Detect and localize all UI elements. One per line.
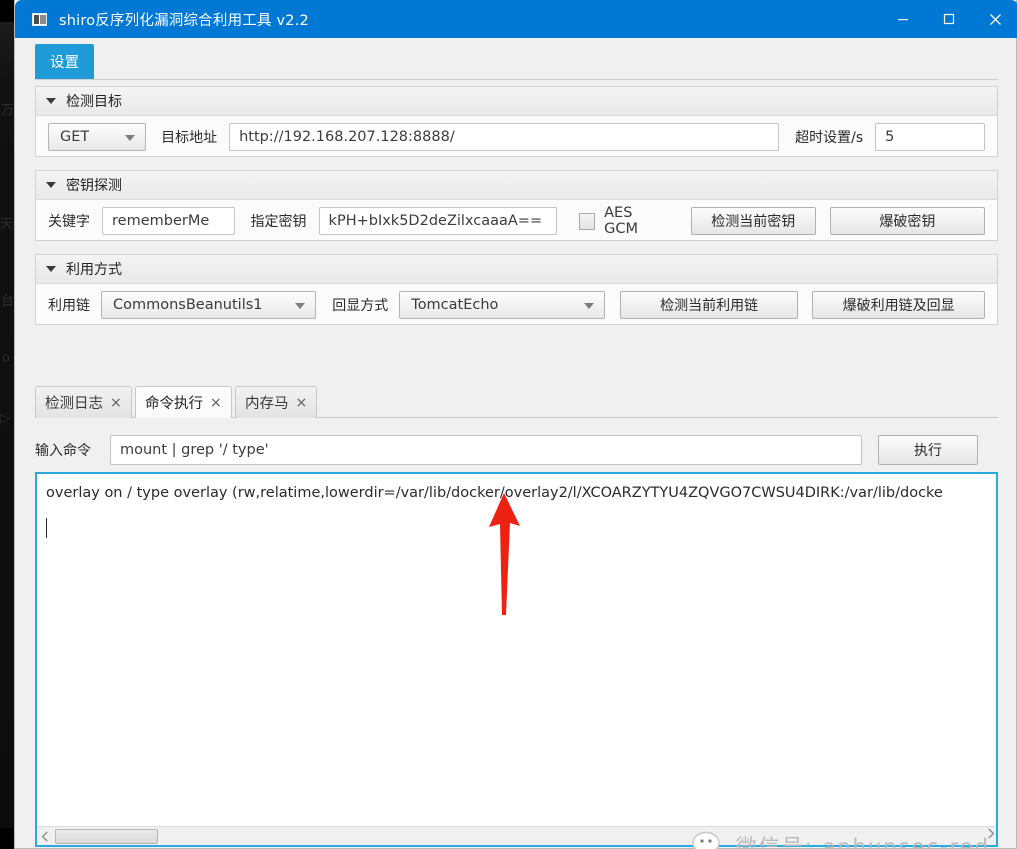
aes-gcm-checkbox-group[interactable]: AES GCM	[579, 205, 667, 237]
timeout-label: 超时设置/s	[795, 130, 864, 146]
tab-memory-shell-label: 内存马	[245, 396, 289, 412]
backdrop-glyph: 天	[0, 217, 14, 232]
screenshot-root: 万天台 o ▷ shiro反序列化漏洞综合利用工具 v2.2 设置 检测目标 G…	[0, 0, 1017, 849]
section-key-probe-header[interactable]: 密钥探测	[36, 171, 997, 200]
http-method-select[interactable]: GET	[48, 123, 147, 151]
tab-command-exec-label: 命令执行	[145, 396, 203, 412]
echo-method-value: TomcatEcho	[411, 297, 499, 313]
tab-close-icon[interactable]: ×	[210, 395, 222, 411]
exploit-chain-select[interactable]: CommonsBeanutils1	[101, 291, 317, 319]
section-target-header[interactable]: 检测目标	[36, 87, 997, 116]
section-target: 检测目标 GET 目标地址 http://192.168.207.128:888…	[35, 86, 998, 157]
tab-close-icon[interactable]: ×	[296, 395, 308, 411]
horizontal-scrollbar[interactable]	[37, 826, 996, 845]
brute-force-key-button[interactable]: 爆破密钥	[829, 207, 985, 235]
lower-tabstrip: 检测日志 × 命令执行 × 内存马 ×	[35, 386, 998, 418]
window-controls	[880, 0, 1017, 38]
backdrop-glyph: 万	[1, 103, 15, 118]
tab-detection-log-label: 检测日志	[45, 396, 103, 412]
target-url-input[interactable]: http://192.168.207.128:8888/	[229, 123, 780, 151]
http-method-value: GET	[60, 129, 90, 145]
section-target-body: GET 目标地址 http://192.168.207.128:8888/ 超时…	[36, 116, 997, 158]
url-label: 目标地址	[161, 130, 218, 146]
client-area: 设置 检测目标 GET 目标地址 http://192.168.207.128:…	[21, 38, 1012, 849]
keyword-input[interactable]: rememberMe	[102, 207, 235, 235]
section-target-title: 检测目标	[66, 94, 122, 110]
specified-key-input[interactable]: kPH+bIxk5D2deZilxcaaaA==	[318, 207, 558, 235]
section-key-probe-body: 关键字 rememberMe 指定密钥 kPH+bIxk5D2deZilxcaa…	[36, 200, 997, 242]
chevron-right-icon[interactable]	[983, 825, 999, 842]
backdrop-glyph: ▷	[0, 411, 10, 426]
tabstrip-divider	[35, 79, 998, 80]
echo-method-label: 回显方式	[332, 298, 389, 314]
tab-settings[interactable]: 设置	[35, 44, 94, 80]
aes-gcm-checkbox[interactable]	[579, 212, 596, 230]
command-input[interactable]: mount | grep '/ type'	[110, 435, 862, 465]
detect-current-key-button[interactable]: 检测当前密钥	[690, 207, 816, 235]
tab-detection-log[interactable]: 检测日志 ×	[35, 386, 132, 418]
command-input-label: 输入命令	[35, 443, 91, 459]
scrollbar-thumb[interactable]	[55, 828, 158, 844]
section-key-probe-title: 密钥探测	[66, 178, 122, 194]
echo-method-select[interactable]: TomcatEcho	[399, 291, 605, 319]
backdrop-glyph: 台	[1, 294, 15, 309]
execute-button[interactable]: 执行	[878, 435, 978, 465]
backdrop-glyph: o	[2, 351, 10, 366]
collapse-triangle-icon	[46, 266, 56, 272]
chevron-down-icon	[295, 303, 306, 309]
maximize-button[interactable]	[926, 0, 972, 38]
chevron-down-icon	[125, 135, 136, 141]
top-tabstrip: 设置	[35, 44, 998, 80]
application-window: shiro反序列化漏洞综合利用工具 v2.2 设置 检测目标 GET 目标地址 …	[14, 0, 1017, 849]
minimize-button[interactable]	[880, 0, 926, 38]
chevron-left-icon[interactable]	[37, 828, 53, 845]
text-caret	[46, 518, 47, 538]
keyword-label: 关键字	[48, 214, 90, 230]
section-key-probe: 密钥探测 关键字 rememberMe 指定密钥 kPH+bIxk5D2deZi…	[35, 170, 998, 241]
command-row: 输入命令 mount | grep '/ type' 执行	[35, 435, 998, 465]
command-input-value: mount | grep '/ type'	[120, 442, 269, 458]
close-button[interactable]	[972, 0, 1017, 38]
target-url-value: http://192.168.207.128:8888/	[239, 129, 455, 145]
exploit-chain-label: 利用链	[48, 298, 90, 314]
brute-force-chain-button[interactable]: 爆破利用链及回显	[812, 291, 985, 319]
timeout-value: 5	[885, 129, 895, 145]
red-arrow-annotation	[476, 493, 536, 623]
tab-memory-shell[interactable]: 内存马 ×	[235, 386, 318, 418]
specified-key-value: kPH+bIxk5D2deZilxcaaaA==	[328, 213, 543, 229]
app-window-icon	[32, 12, 47, 26]
aes-gcm-label: AES GCM	[604, 205, 638, 237]
chevron-down-icon	[583, 303, 594, 309]
tab-close-icon[interactable]: ×	[110, 395, 122, 411]
collapse-triangle-icon	[46, 182, 56, 188]
section-exploit-header[interactable]: 利用方式	[36, 255, 997, 284]
detect-current-chain-button[interactable]: 检测当前利用链	[619, 291, 799, 319]
timeout-input[interactable]: 5	[875, 123, 985, 151]
keyword-value: rememberMe	[112, 213, 210, 229]
tab-command-exec[interactable]: 命令执行 ×	[135, 386, 232, 418]
section-exploit-body: 利用链 CommonsBeanutils1 回显方式 TomcatEcho 检测…	[36, 284, 997, 326]
exploit-chain-value: CommonsBeanutils1	[113, 297, 263, 313]
specified-key-label: 指定密钥	[250, 214, 307, 230]
section-exploit: 利用方式 利用链 CommonsBeanutils1 回显方式 TomcatEc…	[35, 254, 998, 325]
title-bar: shiro反序列化漏洞综合利用工具 v2.2	[15, 0, 1017, 38]
section-exploit-title: 利用方式	[66, 262, 122, 278]
collapse-triangle-icon	[46, 98, 56, 104]
window-title: shiro反序列化漏洞综合利用工具 v2.2	[59, 12, 309, 29]
